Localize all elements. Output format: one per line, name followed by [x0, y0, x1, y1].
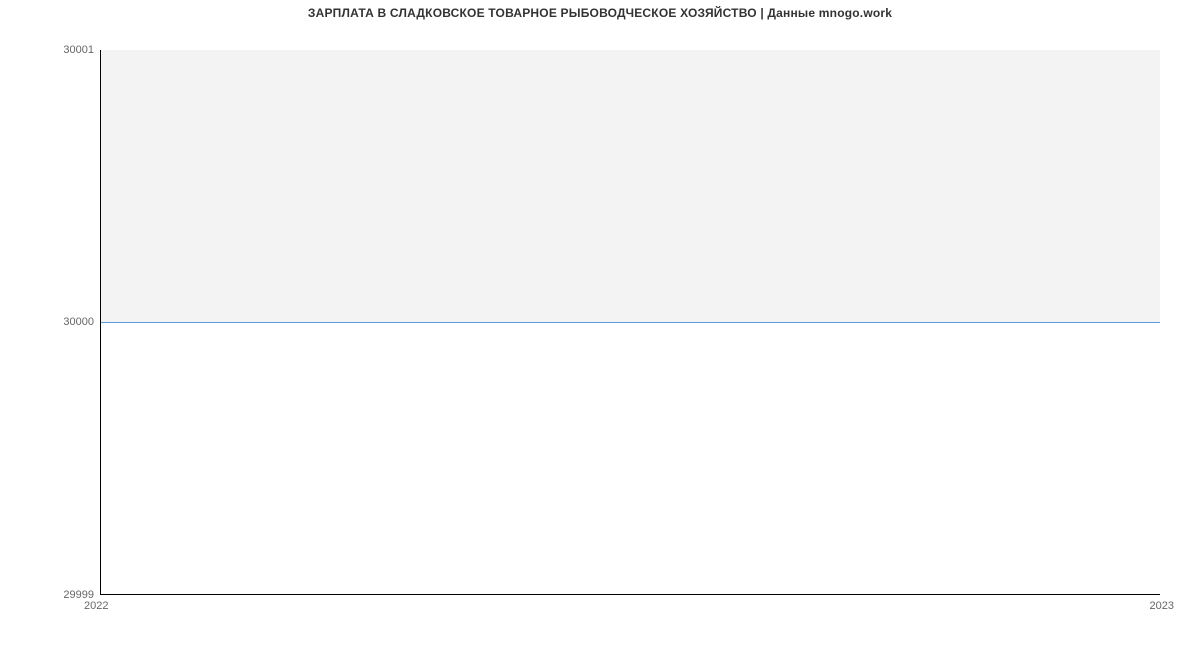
series-line — [101, 322, 1160, 323]
y-tick-bottom: 29999 — [4, 589, 94, 601]
x-tick-right: 2023 — [1150, 600, 1174, 612]
x-tick-left: 2022 — [84, 600, 108, 612]
salary-chart: ЗАРПЛАТА В СЛАДКОВСКОЕ ТОВАРНОЕ РЫБОВОДЧ… — [0, 0, 1200, 650]
chart-title: ЗАРПЛАТА В СЛАДКОВСКОЕ ТОВАРНОЕ РЫБОВОДЧ… — [0, 6, 1200, 20]
y-tick-top: 30001 — [4, 44, 94, 56]
area-fill — [101, 50, 1160, 322]
y-tick-middle: 30000 — [4, 316, 94, 328]
plot-area — [100, 50, 1160, 595]
